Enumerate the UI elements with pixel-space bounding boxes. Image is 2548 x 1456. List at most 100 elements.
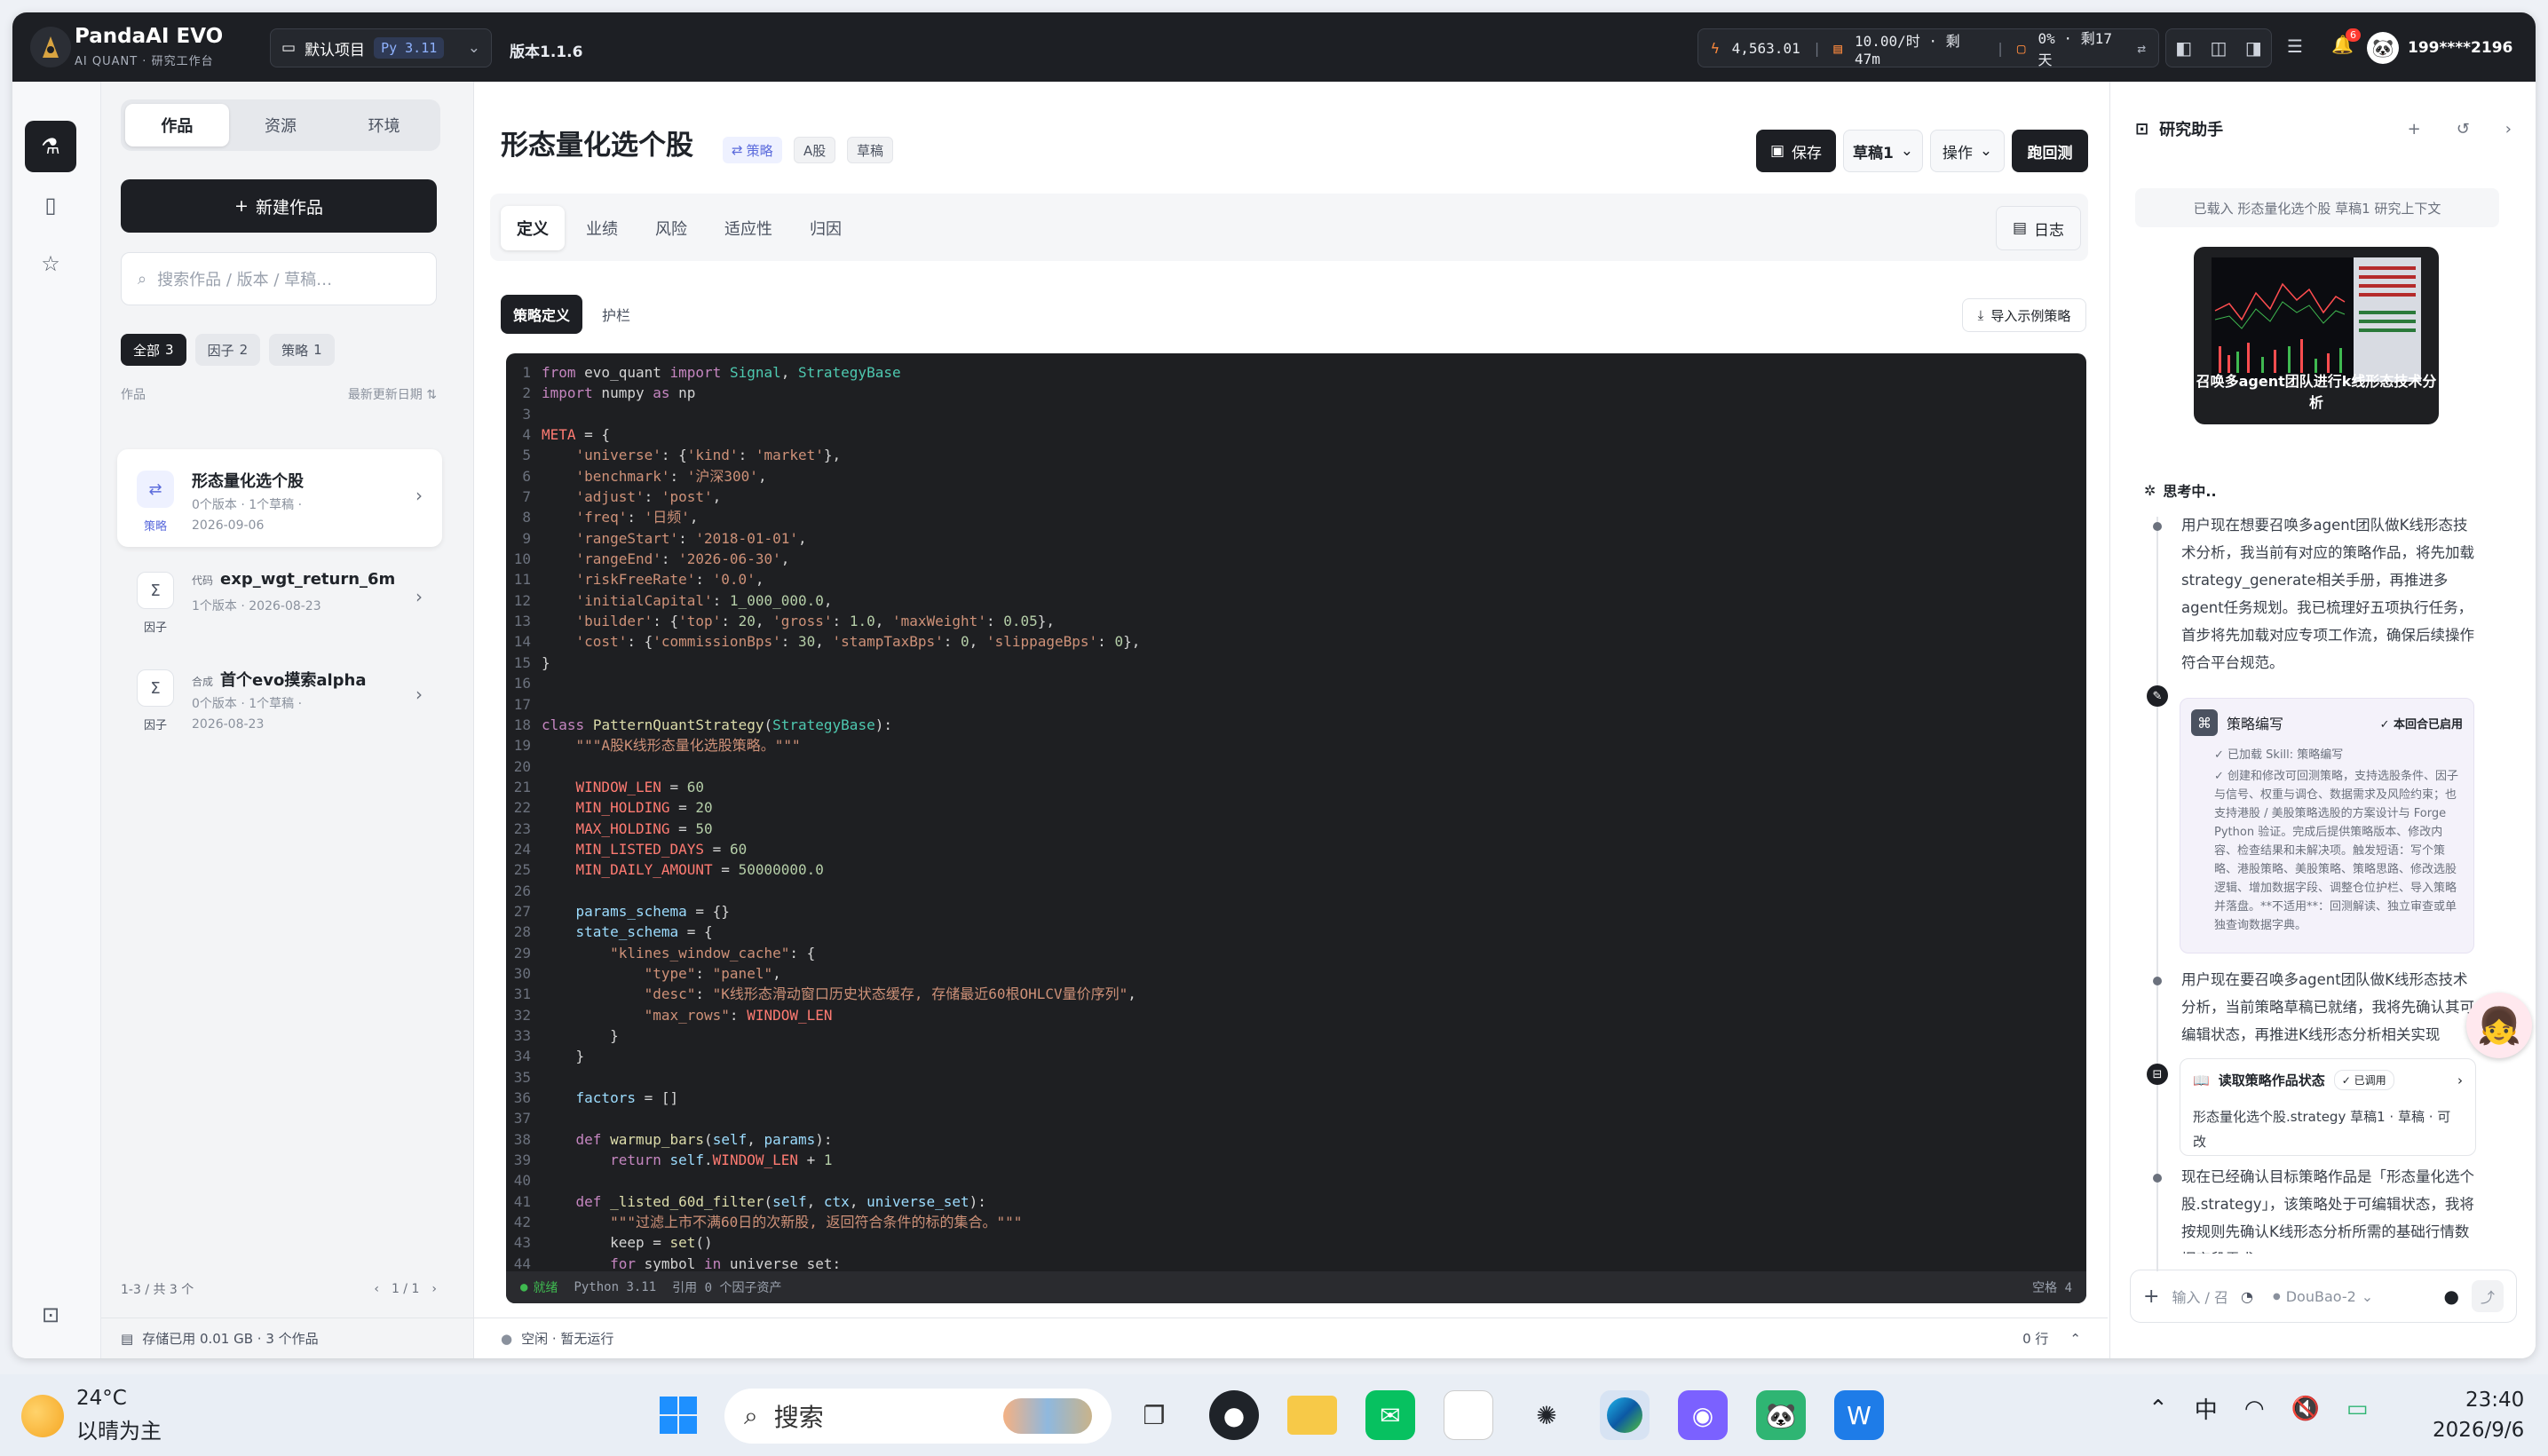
document-icon[interactable]: [1444, 1390, 1493, 1440]
item-type: 策略: [143, 520, 167, 534]
item-title: 首个evo摸索alpha: [220, 671, 367, 690]
editor-status-bar: ● 就绪 Python 3.11 引用 0 个因子资产 空格 4: [506, 1271, 2086, 1303]
chip-factor[interactable]: 因子 2: [194, 334, 261, 366]
list-item[interactable]: ⇄ 策略 形态量化选个股 0个版本 · 1个草稿 · 2026-09-06 ›: [117, 449, 442, 547]
layout-split-icon[interactable]: ◫: [2211, 37, 2228, 59]
attachment-card[interactable]: 召唤多agent团队进行k线形态技术分析: [2194, 247, 2439, 424]
import-example-button[interactable]: ⤓ 导入示例策略: [1962, 298, 2086, 332]
mascot-avatar[interactable]: 👧: [2466, 993, 2532, 1058]
list-item[interactable]: Σ 因子 合成 首个evo摸索alpha 0个版本 · 1个草稿 · 2026-0…: [117, 648, 442, 746]
tab-adaptability[interactable]: 适应性: [708, 206, 788, 250]
quota-stats[interactable]: ϟ 4,563.01 | ▤ 10.00/时 · 剩47m | ▢ 0% · 剩…: [1697, 28, 2159, 68]
draft-selector[interactable]: 草稿1 ⌄: [1843, 130, 1923, 172]
log-button[interactable]: ▤ 日志: [1996, 206, 2081, 250]
wps-icon[interactable]: W: [1834, 1390, 1884, 1440]
import-example-label: 导入示例策略: [1990, 307, 2071, 324]
tab-works[interactable]: 作品: [125, 104, 229, 146]
model-selector[interactable]: ● DouBao-2 ⌄: [2273, 1288, 2373, 1305]
next-page-icon[interactable]: ›: [431, 1282, 437, 1296]
operations-menu[interactable]: 操作 ⌄: [1930, 130, 2005, 172]
taskbar-search[interactable]: ⌕ 搜索: [724, 1389, 1112, 1444]
works-search[interactable]: ⌕ 搜索作品 / 版本 / 草稿…: [121, 252, 437, 305]
tool-call-card[interactable]: 📖 读取策略作品状态 ✓ 已调用 › 形态量化选个股.strategy 草稿1 …: [2180, 1058, 2476, 1156]
ime-indicator[interactable]: 中: [2195, 1392, 2218, 1425]
wifi-icon[interactable]: ◠: [2244, 1396, 2265, 1422]
attachment-caption: 召唤多agent团队进行k线形态技术分析: [2196, 373, 2437, 411]
chip-label: 策略: [281, 342, 309, 359]
tab-performance[interactable]: 业绩: [570, 206, 634, 250]
indent-label: 空格 4: [2032, 1281, 2072, 1295]
book-icon[interactable]: ▯: [25, 179, 76, 231]
project-selector[interactable]: ▭ 默认项目 Py 3.11 ⌄: [270, 28, 492, 67]
chip-strategy[interactable]: 策略 1: [269, 334, 335, 366]
tab-strategy-definition[interactable]: 策略定义: [501, 295, 583, 334]
strategy-tag-label: 策略: [746, 142, 773, 159]
folder-icon: ▭: [281, 39, 297, 57]
refs-label: 引用 0 个因子资产: [672, 1281, 782, 1295]
assistant-header: ⊡ 研究助手 + ↺ ›: [2110, 117, 2536, 140]
panda-app-icon[interactable]: 🐼: [1756, 1390, 1806, 1440]
chevron-down-icon: ⌄: [467, 39, 480, 57]
tab-definition[interactable]: 定义: [501, 206, 565, 250]
github-icon[interactable]: ●: [1209, 1390, 1259, 1440]
edge-browser-icon[interactable]: [1600, 1390, 1650, 1440]
chevron-down-icon: ⌄: [1979, 142, 1993, 160]
weather-widget[interactable]: 24°C 以晴为主: [21, 1387, 162, 1444]
stop-icon[interactable]: ●: [2444, 1286, 2459, 1307]
file-explorer-icon[interactable]: [1287, 1396, 1337, 1435]
tab-guardrails[interactable]: 护栏: [590, 295, 643, 334]
chevron-right-icon[interactable]: ›: [2505, 120, 2512, 138]
discord-icon[interactable]: ◉: [1678, 1390, 1728, 1440]
item-meta: 0个版本 · 1个草稿 ·: [192, 697, 303, 711]
assistant-panel: ⊡ 研究助手 + ↺ › 已载入 形态量化选个股 草稿1 研究上下文 召唤多ag…: [2109, 82, 2536, 1358]
run-backtest-button[interactable]: 跑回测: [2012, 130, 2088, 172]
skill-title: 策略编写: [2227, 716, 2284, 732]
plus-icon[interactable]: +: [2143, 1286, 2159, 1308]
chatgpt-icon[interactable]: ✺: [1522, 1390, 1571, 1440]
layout-right-icon[interactable]: ◨: [2245, 37, 2262, 59]
save-button[interactable]: ▣ 保存: [1756, 130, 1836, 172]
wechat-icon[interactable]: ✉: [1365, 1390, 1415, 1440]
tab-resources[interactable]: 资源: [229, 104, 333, 146]
tab-attribution[interactable]: 归因: [794, 206, 858, 250]
skill-card[interactable]: ⌘ 策略编写 ✓ 本回合已启用 ✓ 已加载 Skill: 策略编写 ✓ 创建和修…: [2180, 698, 2474, 954]
sort-icon: ⇅: [426, 388, 437, 402]
db-icon: ▤: [1833, 39, 1842, 57]
chevron-up-icon[interactable]: ⌃: [2148, 1396, 2168, 1422]
chevron-up-icon[interactable]: ⌃: [2069, 1331, 2081, 1347]
loading-spinner-icon: ◔: [2241, 1287, 2253, 1305]
lock-icon[interactable]: ⊡: [25, 1289, 76, 1341]
plus-icon[interactable]: +: [2408, 120, 2421, 138]
windows-start-icon[interactable]: [653, 1390, 703, 1440]
chat-input[interactable]: + 输入 / 召 ◔ ● DouBao-2 ⌄ ● ⤴: [2130, 1270, 2517, 1323]
mute-icon[interactable]: 🔇: [2291, 1396, 2320, 1422]
layout-left-icon[interactable]: ◧: [2175, 37, 2192, 59]
result-tabs: 定义 业绩 风险 适应性 归因: [501, 206, 858, 250]
timeline-dot: [2153, 977, 2162, 985]
star-icon[interactable]: ☆: [25, 238, 76, 289]
panda-logo-icon: [30, 27, 71, 67]
clock[interactable]: 23:40 2026/9/6: [2433, 1385, 2524, 1445]
new-work-button[interactable]: + 新建作品: [121, 179, 437, 233]
code-editor[interactable]: 1 from evo_quant import Signal, StrategyB…: [506, 353, 2086, 1303]
chip-all[interactable]: 全部 3: [121, 334, 186, 366]
database-icon: ▤: [121, 1330, 134, 1347]
tool-title: 读取策略作品状态: [2218, 1072, 2325, 1088]
assistant-message: 用户现在要召唤多agent团队做K线形态技术分析，当前策略草稿已就绪，我将先确认…: [2181, 971, 2474, 1043]
menu-icon[interactable]: ☰: [2287, 36, 2303, 57]
assistant-message: 用户现在想要召唤多agent团队做K线形态技术分析，我当前有对应的策略作品，将先…: [2181, 517, 2474, 671]
sort-control[interactable]: 最新更新日期 ⇅: [348, 385, 437, 403]
list-item[interactable]: Σ 因子 代码 exp_wgt_return_6m 1个版本 · 2026-08-…: [117, 550, 442, 646]
brand: PandaAI EVO AI QUANT · 研究工作台: [75, 25, 223, 68]
task-view-icon[interactable]: ❐: [1129, 1390, 1179, 1440]
flask-icon[interactable]: ⚗: [25, 121, 76, 172]
tab-environment[interactable]: 环境: [332, 104, 436, 146]
prev-page-icon[interactable]: ‹: [374, 1282, 379, 1296]
tab-risk[interactable]: 风险: [639, 206, 703, 250]
item-meta: 1个版本 · 2026-08-23: [192, 599, 321, 613]
battery-icon[interactable]: ▭: [2346, 1396, 2369, 1422]
user-menu[interactable]: 🐼 199****2196: [2367, 28, 2516, 67]
send-icon[interactable]: ⤴: [2472, 1280, 2504, 1312]
history-icon[interactable]: ↺: [2457, 120, 2470, 138]
code-content[interactable]: 1 from evo_quant import Signal, StrategyB…: [506, 362, 2069, 1274]
